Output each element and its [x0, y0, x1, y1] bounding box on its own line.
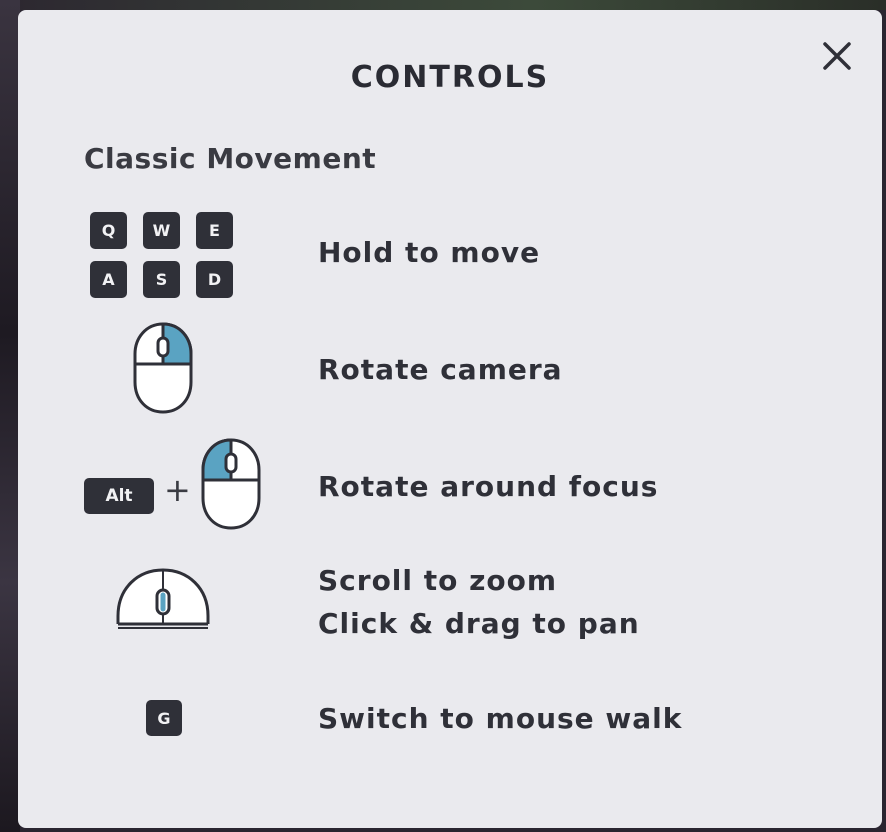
controls-dialog: CONTROLS Classic Movement Q W E A S D Ho…: [18, 10, 882, 828]
key-alt: Alt: [84, 478, 154, 514]
key-w: W: [143, 212, 180, 249]
background-scene-left: [0, 0, 20, 832]
control-label-switch-to-mouse-walk: Switch to mouse walk: [318, 702, 683, 735]
key-a: A: [90, 261, 127, 298]
control-label-scroll-to-zoom: Scroll to zoom: [318, 564, 558, 597]
mouse-wheel-icon: [116, 568, 210, 629]
mouse-right-click-icon: [133, 322, 193, 414]
control-label-hold-to-move: Hold to move: [318, 236, 541, 269]
key-e: E: [196, 212, 233, 249]
key-s: S: [143, 261, 180, 298]
key-q: Q: [90, 212, 127, 249]
control-label-rotate-camera: Rotate camera: [318, 353, 563, 386]
mouse-right-click-icon: [201, 438, 261, 530]
key-g: G: [146, 700, 182, 736]
close-icon: [823, 42, 851, 70]
background-scene-top: [0, 0, 886, 10]
close-button[interactable]: [813, 32, 861, 80]
section-title-classic-movement: Classic Movement: [84, 142, 377, 175]
key-d: D: [196, 261, 233, 298]
plus-sign: +: [164, 471, 191, 509]
control-label-click-drag-to-pan: Click & drag to pan: [318, 607, 640, 640]
control-label-rotate-around-focus: Rotate around focus: [318, 470, 659, 503]
dialog-title: CONTROLS: [350, 60, 550, 95]
